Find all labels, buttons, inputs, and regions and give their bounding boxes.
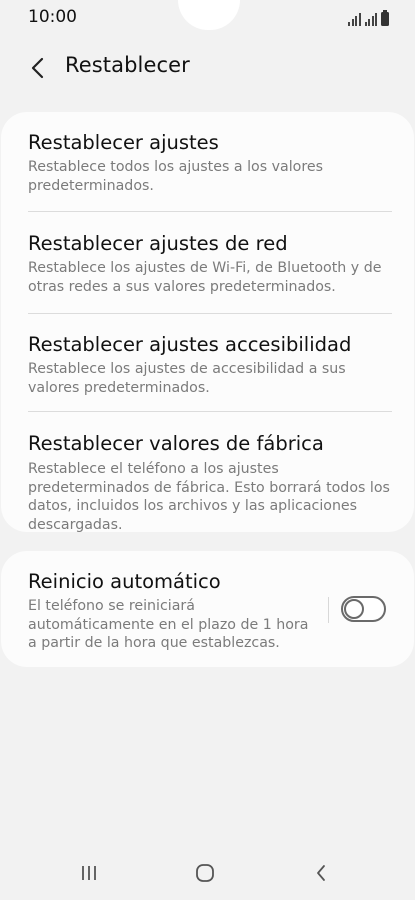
reset-accessibility-settings-item[interactable]: Restablecer ajustes accesibilidad Restab… bbox=[1, 314, 414, 411]
chevron-left-icon bbox=[31, 57, 44, 79]
home-icon bbox=[196, 864, 214, 882]
app-header: Restablecer bbox=[0, 40, 415, 96]
toggle-knob bbox=[344, 599, 364, 619]
status-icons bbox=[348, 10, 389, 26]
screen: 10:00 Restablecer Restablecer ajustes Re… bbox=[0, 0, 415, 900]
factory-reset-item[interactable]: Restablecer valores de fábrica Restablec… bbox=[1, 412, 414, 533]
status-bar: 10:00 bbox=[0, 0, 415, 36]
item-title: Restablecer ajustes de red bbox=[28, 232, 288, 255]
back-icon bbox=[317, 865, 325, 881]
status-time: 10:00 bbox=[28, 7, 77, 27]
reset-options-card: Restablecer ajustes Restablece todos los… bbox=[1, 112, 414, 533]
recents-icon bbox=[82, 866, 96, 880]
reset-settings-item[interactable]: Restablecer ajustes Restablece todos los… bbox=[1, 112, 414, 211]
camera-notch bbox=[178, 0, 240, 30]
separator bbox=[328, 597, 329, 623]
home-button[interactable] bbox=[185, 856, 225, 890]
auto-restart-card: Reinicio automático El teléfono se reini… bbox=[1, 551, 414, 667]
signal-icon bbox=[348, 13, 361, 26]
item-description: Restablece el teléfono a los ajustes pre… bbox=[28, 461, 390, 533]
item-description: Restablece los ajustes de Wi-Fi, de Blue… bbox=[28, 260, 382, 295]
signal-icon bbox=[364, 13, 377, 26]
item-description: Restablece todos los ajustes a los valor… bbox=[28, 159, 323, 194]
item-title: Restablecer valores de fábrica bbox=[28, 432, 324, 455]
battery-icon bbox=[381, 10, 389, 26]
page-title: Restablecer bbox=[65, 53, 190, 77]
auto-restart-toggle[interactable] bbox=[341, 596, 386, 622]
reset-network-settings-item[interactable]: Restablecer ajustes de red Restablece lo… bbox=[1, 212, 414, 313]
nav-back-button[interactable] bbox=[301, 856, 341, 890]
item-description: El teléfono se reiniciará automáticament… bbox=[28, 598, 309, 651]
item-title: Reinicio automático bbox=[28, 570, 221, 593]
item-title: Restablecer ajustes accesibilidad bbox=[28, 333, 352, 356]
auto-restart-item[interactable]: Reinicio automático El teléfono se reini… bbox=[1, 551, 321, 667]
navigation-bar bbox=[0, 848, 415, 898]
item-title: Restablecer ajustes bbox=[28, 131, 219, 154]
item-description: Restablece los ajustes de accesibilidad … bbox=[28, 361, 346, 396]
recents-button[interactable] bbox=[69, 856, 109, 890]
back-button[interactable] bbox=[20, 50, 56, 86]
